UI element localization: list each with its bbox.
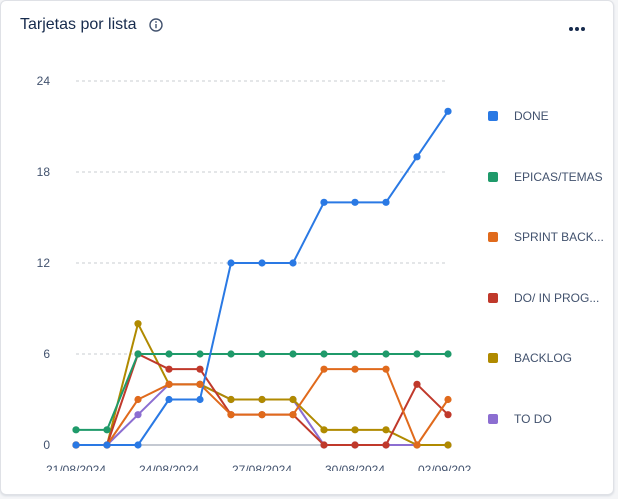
data-point bbox=[258, 350, 266, 358]
legend-label: SPRINT BACK... bbox=[514, 230, 604, 244]
y-tick-label: 0 bbox=[43, 438, 50, 452]
data-point bbox=[289, 395, 297, 404]
data-point bbox=[444, 395, 452, 404]
data-point bbox=[382, 441, 390, 449]
data-point bbox=[134, 411, 142, 419]
x-tick-label: 30/08/2024 bbox=[325, 463, 385, 471]
line-chart: 0 6 12 18 24 21/08/2024 24/08/2024 27/08/2024 30… bbox=[37, 74, 471, 471]
data-point bbox=[320, 350, 328, 358]
data-point bbox=[289, 411, 297, 419]
legend-label: DONE bbox=[514, 109, 549, 123]
data-point bbox=[351, 365, 359, 373]
legend-label: TO DO bbox=[514, 411, 552, 426]
legend-item[interactable]: DONE bbox=[488, 106, 549, 126]
data-point bbox=[196, 380, 204, 388]
more-options-button[interactable] bbox=[561, 15, 593, 43]
x-tick-label: 24/08/2024 bbox=[139, 463, 199, 471]
data-point bbox=[382, 198, 390, 206]
x-tick-label: 02/09/2024 bbox=[418, 463, 471, 471]
legend-item[interactable]: EPICAS/TEMAS bbox=[488, 167, 603, 187]
data-point bbox=[258, 259, 266, 267]
data-point bbox=[351, 441, 359, 449]
data-point bbox=[444, 411, 452, 419]
legend-swatch bbox=[488, 171, 498, 182]
legend-swatch bbox=[488, 413, 498, 424]
data-point bbox=[320, 426, 328, 434]
legend-item[interactable]: TO DO bbox=[488, 409, 552, 429]
data-point bbox=[134, 350, 142, 358]
data-point bbox=[382, 426, 390, 434]
chart-card: Tarjetas por lista 0 6 12 18 24 21/08/2024 24/… bbox=[0, 0, 614, 495]
y-tick-label: 12 bbox=[37, 256, 51, 270]
data-point bbox=[196, 395, 204, 404]
data-point bbox=[134, 441, 142, 449]
data-point bbox=[227, 259, 235, 267]
data-point bbox=[413, 350, 421, 358]
data-point bbox=[351, 350, 359, 358]
data-point bbox=[351, 426, 359, 434]
data-point bbox=[103, 441, 111, 449]
data-point bbox=[413, 441, 421, 449]
data-point bbox=[289, 350, 297, 358]
data-point bbox=[413, 153, 421, 161]
legend-swatch bbox=[488, 232, 498, 242]
data-point bbox=[196, 365, 204, 373]
series-line bbox=[76, 353, 448, 431]
y-tick-label: 6 bbox=[43, 347, 50, 361]
legend-item[interactable]: SPRINT BACK... bbox=[488, 227, 604, 247]
data-point bbox=[196, 350, 204, 358]
legend-swatch bbox=[488, 353, 498, 363]
data-point bbox=[320, 365, 328, 373]
legend-label: BACKLOG bbox=[514, 351, 573, 365]
data-point bbox=[289, 259, 297, 267]
legend-label: EPICAS/TEMAS bbox=[514, 169, 603, 184]
data-point bbox=[444, 107, 452, 115]
data-point bbox=[227, 411, 235, 419]
data-point bbox=[382, 365, 390, 373]
data-point bbox=[165, 365, 173, 373]
y-tick-label: 18 bbox=[37, 165, 51, 179]
legend-swatch bbox=[488, 292, 498, 303]
legend-item[interactable]: DO/ IN PROG... bbox=[488, 288, 599, 308]
data-point bbox=[382, 350, 390, 358]
data-point bbox=[72, 441, 80, 449]
series-line bbox=[76, 110, 449, 446]
data-point bbox=[444, 350, 452, 358]
data-point bbox=[320, 441, 328, 449]
legend-label: DO/ IN PROG... bbox=[514, 290, 600, 305]
data-point bbox=[165, 395, 173, 404]
more-horizontal-icon bbox=[569, 27, 585, 31]
data-point bbox=[134, 320, 142, 328]
data-point bbox=[320, 198, 328, 206]
data-point bbox=[258, 411, 266, 419]
data-point bbox=[227, 395, 235, 404]
data-point bbox=[413, 380, 421, 388]
legend-item[interactable]: BACKLOG bbox=[488, 348, 572, 368]
y-tick-label: 24 bbox=[37, 74, 51, 88]
data-point bbox=[72, 426, 80, 434]
data-point bbox=[351, 198, 359, 206]
data-point bbox=[227, 350, 235, 358]
data-point bbox=[165, 350, 173, 358]
data-point bbox=[444, 441, 452, 449]
legend-swatch bbox=[488, 111, 498, 121]
x-tick-label: 21/08/2024 bbox=[46, 463, 106, 471]
x-tick-label: 27/08/2024 bbox=[232, 463, 292, 471]
data-point bbox=[103, 426, 111, 434]
data-point bbox=[165, 380, 173, 388]
data-point bbox=[258, 395, 266, 404]
data-point bbox=[134, 395, 142, 404]
